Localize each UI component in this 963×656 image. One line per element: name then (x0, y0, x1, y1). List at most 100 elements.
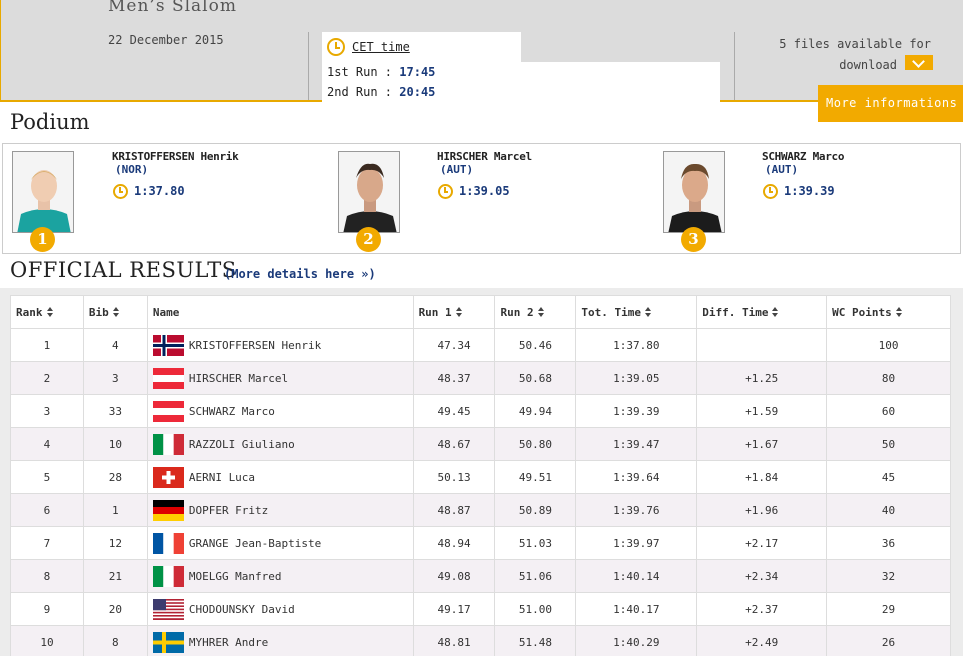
flag-aut-icon (152, 400, 184, 422)
podium-name[interactable]: SCHWARZ Marco (762, 150, 845, 163)
wc-points-cell: 40 (826, 493, 951, 527)
athlete-photo[interactable] (12, 151, 74, 233)
divider (308, 32, 309, 100)
diff-time-cell: +2.49 (696, 625, 828, 656)
results-section: Rank Bib Name Run 1 Run 2 Tot. Time Diff… (0, 288, 963, 656)
run2-cell: 49.94 (494, 394, 577, 428)
sort-icon (644, 306, 652, 317)
athlete-photo[interactable] (663, 151, 725, 233)
table-row[interactable]: 5 28 AERNI Luca 50.13 49.51 1:39.64 +1.84 45 (10, 460, 951, 494)
total-time-cell: 1:39.76 (575, 493, 698, 527)
run-1-schedule: 1st Run : 17:45 (327, 65, 435, 79)
athlete-name[interactable]: RAZZOLI Giuliano (189, 438, 295, 451)
athlete-portrait-icon (13, 152, 73, 232)
col-wc-points[interactable]: WC Points (826, 295, 951, 329)
col-diff-time[interactable]: Diff. Time (696, 295, 828, 329)
table-row[interactable]: 9 20 CHODOUNSKY David 49.17 51.00 1:40.17 +2.3… (10, 592, 951, 626)
podium-name[interactable]: HIRSCHER Marcel (437, 150, 532, 163)
podium-nation: (NOR) (115, 163, 149, 176)
more-informations-button[interactable]: More informations (818, 85, 963, 122)
total-time-cell: 1:39.64 (575, 460, 698, 494)
diff-time-cell: +1.84 (696, 460, 828, 494)
clock-icon (763, 184, 778, 199)
flag-usa-icon (152, 598, 184, 620)
medal-badge: 3 (681, 227, 706, 252)
bib-cell: 1 (82, 493, 148, 527)
table-row[interactable]: 3 33 SCHWARZ Marco 49.45 49.94 1:39.39 +1.59 60 (10, 394, 951, 428)
run1-cell: 48.87 (412, 493, 496, 527)
athlete-name[interactable]: HIRSCHER Marcel (189, 372, 288, 385)
flag-swe-icon (152, 631, 184, 653)
bib-cell: 3 (82, 361, 148, 395)
diff-time-cell: +2.34 (696, 559, 828, 593)
divider (734, 32, 735, 100)
table-row[interactable]: 10 8 MYHRER Andre 48.81 51.48 1:40.29 +2.49 26 (10, 625, 951, 656)
podium-time: 1:39.39 (784, 184, 835, 198)
diff-time-cell: +1.96 (696, 493, 828, 527)
name-cell[interactable]: GRANGE Jean-Baptiste (146, 526, 414, 560)
flag-nor-icon (152, 334, 184, 356)
total-time-cell: 1:40.14 (575, 559, 698, 593)
clock-icon (327, 38, 345, 56)
run2-cell: 50.68 (494, 361, 577, 395)
medal-badge: 1 (30, 227, 55, 252)
col-rank[interactable]: Rank (10, 295, 84, 329)
athlete-name[interactable]: KRISTOFFERSEN Henrik (189, 339, 321, 352)
athlete-name[interactable]: DOPFER Fritz (189, 504, 268, 517)
sort-icon (455, 306, 463, 317)
podium-name[interactable]: KRISTOFFERSEN Henrik (112, 150, 239, 163)
athlete-name[interactable]: AERNI Luca (189, 471, 255, 484)
table-row[interactable]: 6 1 DOPFER Fritz 48.87 50.89 1:39.76 +1.96 40 (10, 493, 951, 527)
name-cell[interactable]: AERNI Luca (146, 460, 414, 494)
athlete-name[interactable]: CHODOUNSKY David (189, 603, 295, 616)
run1-cell: 48.67 (412, 427, 496, 461)
name-cell[interactable]: MOELGG Manfred (146, 559, 414, 593)
athlete-photo[interactable] (338, 151, 400, 233)
podium-time: 1:37.80 (134, 184, 185, 198)
flag-aut-icon (152, 367, 184, 389)
run-2-schedule: 2nd Run : 20:45 (327, 85, 435, 99)
bib-cell: 4 (82, 328, 148, 362)
header-row: Rank Bib Name Run 1 Run 2 Tot. Time Diff… (10, 295, 951, 329)
athlete-name[interactable]: MOELGG Manfred (189, 570, 282, 583)
bib-cell: 28 (82, 460, 148, 494)
col-run1[interactable]: Run 1 (412, 295, 496, 329)
run2-cell: 50.89 (494, 493, 577, 527)
podium-time: 1:39.05 (459, 184, 510, 198)
run-label: 2nd Run : (327, 85, 393, 99)
podium-title: Podium (10, 110, 90, 134)
sort-icon (537, 306, 545, 317)
name-cell[interactable]: KRISTOFFERSEN Henrik (146, 328, 414, 362)
name-cell[interactable]: CHODOUNSKY David (146, 592, 414, 626)
col-run2[interactable]: Run 2 (494, 295, 577, 329)
col-total-time[interactable]: Tot. Time (575, 295, 698, 329)
diff-time-cell: +2.17 (696, 526, 828, 560)
table-row[interactable]: 7 12 GRANGE Jean-Baptiste 48.94 51.03 1:39.97… (10, 526, 951, 560)
name-cell[interactable]: MYHRER Andre (146, 625, 414, 656)
rank-cell: 9 (10, 592, 84, 626)
bib-cell: 12 (82, 526, 148, 560)
name-cell[interactable]: RAZZOLI Giuliano (146, 427, 414, 461)
diff-time-cell: +2.37 (696, 592, 828, 626)
total-time-cell: 1:39.47 (575, 427, 698, 461)
rank-cell: 5 (10, 460, 84, 494)
sort-icon (895, 306, 903, 317)
cet-time-link[interactable]: CET time (352, 40, 410, 54)
col-name: Name (146, 295, 414, 329)
name-cell[interactable]: HIRSCHER Marcel (146, 361, 414, 395)
table-row[interactable]: 1 4 KRISTOFFERSEN Henrik 47.34 50.46 1:37.80 1… (10, 328, 951, 362)
athlete-name[interactable]: SCHWARZ Marco (189, 405, 275, 418)
table-row[interactable]: 8 21 MOELGG Manfred 49.08 51.06 1:40.14 +2.34 3… (10, 559, 951, 593)
download-chevron-icon[interactable] (905, 55, 933, 70)
athlete-name[interactable]: GRANGE Jean-Baptiste (189, 537, 321, 550)
wc-points-cell: 50 (826, 427, 951, 461)
athlete-name[interactable]: MYHRER Andre (189, 636, 268, 649)
name-cell[interactable]: DOPFER Fritz (146, 493, 414, 527)
name-cell[interactable]: SCHWARZ Marco (146, 394, 414, 428)
table-row[interactable]: 4 10 RAZZOLI Giuliano 48.67 50.80 1:39.47 +1.6… (10, 427, 951, 461)
more-details-link[interactable]: (More details here ») (224, 267, 376, 281)
col-bib[interactable]: Bib (82, 295, 148, 329)
table-row[interactable]: 2 3 HIRSCHER Marcel 48.37 50.68 1:39.05 +1.25 8… (10, 361, 951, 395)
total-time-cell: 1:40.17 (575, 592, 698, 626)
rank-cell: 3 (10, 394, 84, 428)
